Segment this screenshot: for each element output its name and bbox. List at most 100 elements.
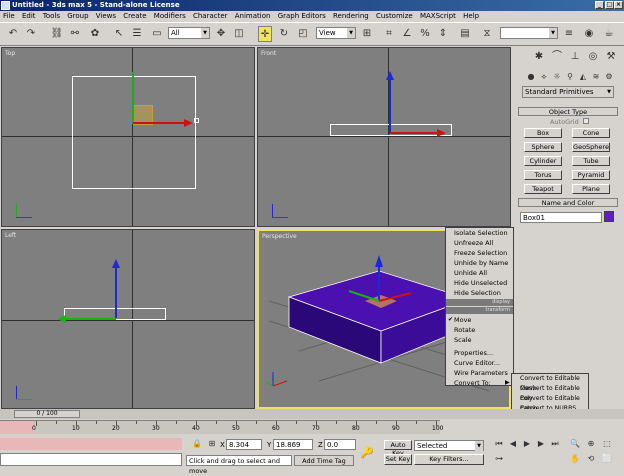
gizmo-y-axis[interactable]	[132, 72, 134, 124]
maxscript-input[interactable]	[0, 453, 182, 466]
close-button[interactable]: ×	[614, 1, 623, 9]
y-coordinate-input[interactable]: 18.869	[273, 439, 313, 450]
select-and-link-icon[interactable]: ⛓	[50, 26, 64, 42]
object-type-rollout-header[interactable]: Object Type	[518, 107, 618, 116]
maxscript-listener-mini[interactable]	[0, 438, 182, 450]
menu-character[interactable]: Character	[193, 12, 228, 20]
utilities-tab-icon[interactable]: ⚒	[604, 49, 618, 65]
box-button[interactable]: Box	[524, 128, 562, 138]
menu-item-convert-to[interactable]: Convert To:	[454, 378, 491, 388]
absolute-mode-icon[interactable]: ⊞	[205, 438, 219, 450]
gizmo-z-axis[interactable]	[389, 78, 391, 134]
menu-item-freeze-selection[interactable]: Freeze Selection	[454, 248, 507, 258]
zoom-all-icon[interactable]: ⊕	[584, 438, 598, 450]
object-color-swatch[interactable]	[604, 211, 614, 222]
time-slider-track[interactable]: 0 / 100	[0, 409, 624, 419]
menu-item-rotate[interactable]: Rotate	[454, 325, 475, 335]
menu-file[interactable]: File	[3, 12, 15, 20]
menu-item-isolate-selection[interactable]: Isolate Selection	[454, 228, 508, 238]
lock-selection-icon[interactable]: 🔒	[190, 438, 204, 450]
cylinder-button[interactable]: Cylinder	[524, 156, 562, 166]
select-and-manipulate-icon[interactable]: ✥	[214, 26, 228, 42]
select-and-rotate-icon[interactable]: ↻	[277, 26, 291, 42]
menu-item-hide-selection[interactable]: Hide Selection	[454, 288, 501, 298]
hierarchy-tab-icon[interactable]: ⊥	[568, 49, 582, 65]
menu-create[interactable]: Create	[123, 12, 146, 20]
zoom-icon[interactable]: 🔍	[568, 438, 582, 450]
auto-key-button[interactable]: Auto Key	[384, 440, 412, 457]
menu-item-scale[interactable]: Scale	[454, 335, 472, 345]
rectangular-selection-icon[interactable]: ▭	[150, 26, 164, 42]
menu-item-unfreeze-all[interactable]: Unfreeze All	[454, 238, 493, 248]
gizmo-z-axis[interactable]	[115, 266, 117, 318]
quick-render-icon[interactable]: ☕	[602, 26, 616, 42]
shapes-icon[interactable]: ⟡	[537, 69, 551, 85]
menu-item-properties[interactable]: Properties...	[454, 348, 493, 358]
select-by-name-icon[interactable]: ☰	[130, 26, 144, 42]
menu-item-move[interactable]: Move	[454, 315, 471, 325]
window-crossing-icon[interactable]: ◫	[232, 26, 246, 42]
teapot-button[interactable]: Teapot	[524, 184, 562, 194]
key-filters-button[interactable]: Key Filters...	[414, 454, 484, 465]
geosphere-button[interactable]: GeoSphere	[572, 142, 610, 152]
pivot-center-icon[interactable]: ⊞	[360, 26, 374, 42]
viewport-label[interactable]: Top	[5, 50, 15, 57]
menu-edit[interactable]: Edit	[22, 12, 36, 20]
box-object-top-view[interactable]	[72, 76, 196, 189]
menu-views[interactable]: Views	[96, 12, 116, 20]
object-name-input[interactable]: Box01	[520, 212, 602, 223]
redo-icon[interactable]: ↷	[24, 26, 38, 42]
snaps-toggle-icon[interactable]: ⌗	[382, 26, 396, 42]
select-and-scale-icon[interactable]: ◰	[296, 26, 310, 42]
gizmo-x-axis[interactable]	[390, 132, 438, 134]
cone-button[interactable]: Cone	[572, 128, 610, 138]
lights-icon[interactable]: ☼	[550, 69, 564, 85]
menu-item-unhide-all[interactable]: Unhide All	[454, 268, 487, 278]
motion-tab-icon[interactable]: ◎	[586, 49, 600, 65]
systems-icon[interactable]: ⚙	[602, 69, 616, 85]
add-time-tag-button[interactable]: Add Time Tag	[294, 455, 354, 466]
key-mode-dropdown[interactable]: Selected ▼	[414, 440, 484, 451]
percent-snap-icon[interactable]: %	[418, 26, 432, 42]
pan-icon[interactable]: ✋	[568, 453, 582, 465]
menu-modifiers[interactable]: Modifiers	[154, 12, 186, 20]
gizmo-y-axis[interactable]	[64, 318, 116, 320]
reference-coordinate-dropdown[interactable]: View ▼	[316, 27, 356, 39]
menu-item-curve-editor[interactable]: Curve Editor...	[454, 358, 500, 368]
select-object-icon[interactable]: ↖	[112, 26, 126, 42]
named-selection-sets-dropdown[interactable]: ▼	[500, 27, 558, 39]
create-tab-icon[interactable]: ✱	[532, 49, 546, 65]
geometry-icon[interactable]: ●	[524, 69, 538, 85]
select-and-move-icon[interactable]: ✛	[258, 26, 272, 42]
go-to-start-icon[interactable]: ⏮	[492, 438, 506, 450]
menu-item-wire-parameters[interactable]: Wire Parameters	[454, 368, 508, 378]
maximize-button[interactable]: □	[605, 1, 614, 9]
material-editor-icon[interactable]: ◉	[582, 26, 596, 42]
plane-button[interactable]: Plane	[572, 184, 610, 194]
helpers-icon[interactable]: ◭	[576, 69, 590, 85]
viewport-top[interactable]: Top	[1, 47, 255, 227]
x-coordinate-input[interactable]: 8.304	[226, 439, 262, 450]
bind-space-warp-icon[interactable]: ✿	[88, 26, 102, 42]
sphere-button[interactable]: Sphere	[524, 142, 562, 152]
menu-maxscript[interactable]: MAXScript	[420, 12, 456, 20]
track-bar[interactable]: 0 10 20 30 40 50 60 70 80 90 100	[0, 420, 443, 434]
next-frame-icon[interactable]: ▶	[534, 438, 548, 450]
set-key-icon[interactable]: 🔑	[360, 446, 374, 459]
cameras-icon[interactable]: ⚲	[563, 69, 577, 85]
spacewarps-icon[interactable]: ≋	[589, 69, 603, 85]
pyramid-button[interactable]: Pyramid	[572, 170, 610, 180]
angle-snap-icon[interactable]: ∠	[400, 26, 414, 42]
unlink-icon[interactable]: ⚯	[68, 26, 82, 42]
autogrid-checkbox[interactable]	[583, 118, 589, 124]
viewport-front[interactable]: Front	[257, 47, 511, 227]
edit-named-selections-icon[interactable]: ▤	[458, 26, 472, 42]
torus-button[interactable]: Torus	[524, 170, 562, 180]
menu-customize[interactable]: Customize	[376, 12, 413, 20]
gizmo-x-axis[interactable]	[133, 122, 185, 124]
set-key-button[interactable]: Set Key	[384, 454, 412, 465]
name-and-color-rollout-header[interactable]: Name and Color	[518, 198, 618, 207]
key-mode-toggle-icon[interactable]: ⊶	[492, 453, 506, 465]
menu-tools[interactable]: Tools	[43, 12, 60, 20]
category-dropdown[interactable]: Standard Primitives ▼	[522, 86, 614, 98]
